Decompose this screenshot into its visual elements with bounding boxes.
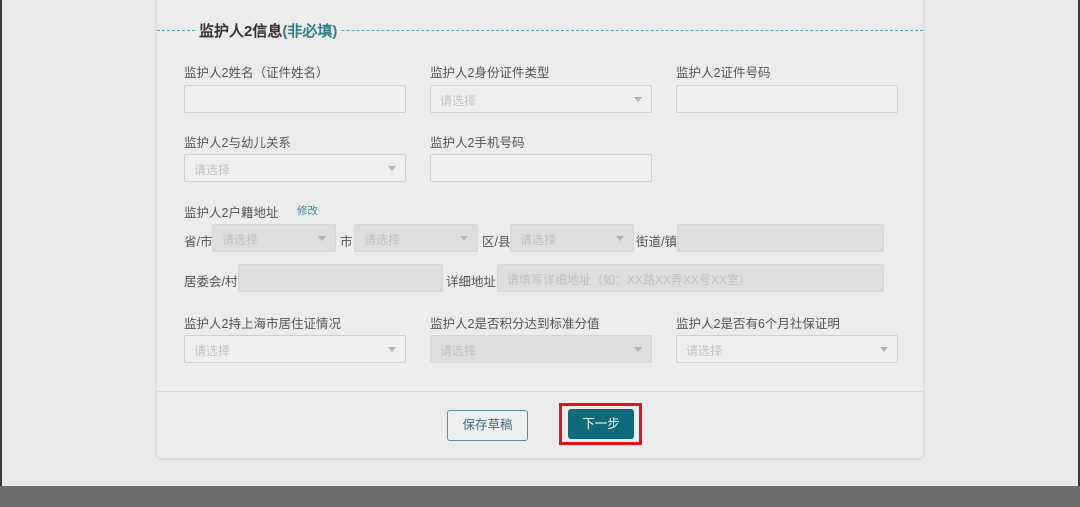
city-label: 市 xyxy=(340,235,353,249)
province-label: 省/市 xyxy=(184,235,213,249)
chevron-down-icon xyxy=(634,347,642,352)
district-select[interactable]: 请选择 xyxy=(510,224,634,252)
social-security-select[interactable]: 请选择 xyxy=(676,335,898,363)
committee-input[interactable] xyxy=(238,264,443,292)
city-placeholder: 请选择 xyxy=(364,233,401,247)
optional-tag: (非必填) xyxy=(282,23,338,40)
score-standard-label: 监护人2是否积分达到标准分值 xyxy=(430,317,600,331)
district-placeholder: 请选择 xyxy=(520,233,557,247)
guardian2-household-label: 监护人2户籍地址 xyxy=(184,206,279,220)
committee-label: 居委会/村 xyxy=(184,275,238,289)
score-standard-placeholder: 请选择 xyxy=(440,344,477,358)
household-edit-link[interactable]: 修改 xyxy=(297,203,318,218)
residence-permit-select[interactable]: 请选择 xyxy=(184,335,406,363)
guardian2-id-number-input[interactable] xyxy=(676,85,898,113)
detail-address-label: 详细地址 xyxy=(446,275,497,289)
guardian2-name-input[interactable] xyxy=(184,85,406,113)
section-title-text: 监护人2信息 xyxy=(199,23,283,40)
chevron-down-icon xyxy=(634,97,642,102)
street-input[interactable] xyxy=(677,224,884,252)
province-select[interactable]: 请选择 xyxy=(212,224,336,252)
guardian2-id-type-label: 监护人2身份证件类型 xyxy=(430,66,550,80)
guardian2-relation-select[interactable]: 请选择 xyxy=(184,154,406,182)
guardian2-id-type-select[interactable]: 请选择 xyxy=(430,85,652,113)
chevron-down-icon xyxy=(616,236,624,241)
city-select[interactable]: 请选择 xyxy=(354,224,478,252)
social-security-label: 监护人2是否有6个月社保证明 xyxy=(676,317,840,331)
next-step-button[interactable]: 下一步 xyxy=(568,409,634,439)
chevron-down-icon xyxy=(388,347,396,352)
guardian2-relation-label: 监护人2与幼儿关系 xyxy=(184,136,291,150)
guardian2-form-card: 监护人2信息(非必填) 监护人2姓名（证件姓名） 监护人2身份证件类型 请选择 … xyxy=(157,0,923,458)
residence-permit-placeholder: 请选择 xyxy=(194,344,231,358)
bottom-bar xyxy=(0,486,1080,507)
guardian2-phone-label: 监护人2手机号码 xyxy=(430,136,525,150)
chevron-down-icon xyxy=(388,166,396,171)
score-standard-select[interactable]: 请选择 xyxy=(430,335,652,363)
residence-permit-label: 监护人2持上海市居住证情况 xyxy=(184,317,341,331)
district-label: 区/县 xyxy=(482,235,511,249)
province-placeholder: 请选择 xyxy=(222,233,259,247)
detail-address-placeholder: 请填写详细地址（如：XX路XX弄XX号XX室） xyxy=(507,273,752,287)
detail-address-input[interactable]: 请填写详细地址（如：XX路XX弄XX号XX室） xyxy=(497,264,884,292)
social-security-placeholder: 请选择 xyxy=(686,344,723,358)
chevron-down-icon xyxy=(318,236,326,241)
section-title: 监护人2信息(非必填) xyxy=(195,20,342,41)
id-type-placeholder: 请选择 xyxy=(440,94,477,108)
chevron-down-icon xyxy=(460,236,468,241)
guardian2-name-label: 监护人2姓名（证件姓名） xyxy=(184,66,329,80)
window-left-edge xyxy=(0,0,2,507)
street-label: 街道/镇 xyxy=(636,235,677,249)
save-draft-button[interactable]: 保存草稿 xyxy=(447,410,528,441)
chevron-down-icon xyxy=(880,347,888,352)
relation-placeholder: 请选择 xyxy=(194,163,231,177)
guardian2-id-number-label: 监护人2证件号码 xyxy=(676,66,771,80)
card-footer-divider xyxy=(157,391,923,392)
guardian2-phone-input[interactable] xyxy=(430,154,652,182)
